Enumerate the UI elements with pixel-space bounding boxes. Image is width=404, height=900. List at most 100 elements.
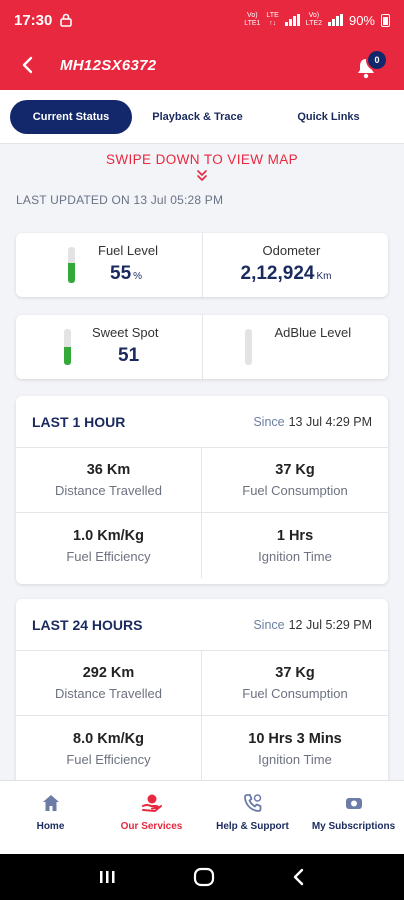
adblue-label: AdBlue Level [274, 325, 352, 340]
last-24-header: LAST 24 HOURS Since 12 Jul 5:29 PM [16, 599, 388, 651]
volte-1-icon: Vo) LTE1 [244, 12, 261, 27]
last-hour-since-label: Since [253, 414, 285, 429]
sweet-spot-value: 51 [118, 345, 140, 366]
sweet-spot-label: Sweet Spot [92, 325, 159, 340]
nav-help-support[interactable]: Help & Support [202, 781, 303, 854]
last-hour-since-value: 13 Jul 4:29 PM [288, 414, 372, 429]
odometer-value: 2,12,924 Km [241, 263, 332, 285]
notification-count-badge: 0 [366, 49, 388, 71]
nav-home-label: Home [36, 821, 65, 832]
last-24-since-value: 12 Jul 5:29 PM [288, 617, 372, 632]
sweet-spot-gauge-fill [64, 346, 71, 365]
last-hour-header: LAST 1 HOUR Since 13 Jul 4:29 PM [16, 396, 388, 448]
stat-value: 292 Km [82, 665, 135, 681]
back-button[interactable] [14, 52, 40, 78]
stat-label: Fuel Efficiency [66, 548, 151, 564]
last-24-since-label: Since [253, 617, 285, 632]
recent-apps-icon[interactable] [98, 869, 116, 885]
tab-playback-trace[interactable]: Playback & Trace [132, 100, 263, 134]
tab-quick-links[interactable]: Quick Links [263, 100, 394, 134]
last-24-hours-card: LAST 24 HOURS Since 12 Jul 5:29 PM 292 Km… [16, 599, 388, 780]
nav-our-services[interactable]: Our Services [101, 781, 202, 854]
nav-help-support-label: Help & Support [216, 821, 289, 832]
phone-icon [243, 794, 261, 812]
nav-home[interactable]: Home [0, 781, 101, 854]
swipe-hint: SWIPE DOWN TO VIEW MAP [105, 152, 299, 167]
last-24-fuel-consumption: 37 Kg Fuel Consumption [202, 651, 388, 716]
stat-label: Distance Travelled [55, 483, 162, 498]
last-24-fuel-efficiency: 8.0 Km/Kg Fuel Efficiency [16, 716, 202, 780]
lock-icon [60, 13, 73, 27]
stat-value: 10 Hrs 3 Mins [248, 730, 342, 747]
signal-2-icon [327, 14, 343, 26]
nav-our-services-label: Our Services [120, 821, 183, 832]
last-hour-fuel-consumption: 37 Kg Fuel Consumption [202, 448, 388, 513]
app-bar: MH12SX6372 0 [0, 40, 404, 90]
stat-label: Ignition Time [258, 548, 332, 564]
fuel-gauge [68, 247, 75, 283]
notifications-button[interactable]: 0 [350, 45, 390, 85]
last-hour-distance: 36 Km Distance Travelled [16, 448, 202, 513]
home-circle-icon[interactable] [193, 867, 215, 887]
fuel-level-value: 55% [110, 263, 142, 285]
stat-label: Distance Travelled [55, 686, 162, 701]
stat-value: 8.0 Km/Kg [73, 730, 144, 747]
bottom-nav: Home Our Services Help & Support My Subs… [0, 780, 404, 854]
home-icon [42, 795, 59, 811]
odometer-cell: Odometer 2,12,924 Km [201, 233, 389, 297]
lte-icon: LTE ↑↓ [266, 12, 279, 27]
odometer-unit: Km [316, 271, 332, 282]
last-24-title: LAST 24 HOURS [32, 616, 143, 633]
adblue-cell: AdBlue Level [201, 315, 389, 379]
last-24-stats: 292 Km Distance Travelled 37 Kg Fuel Consu… [16, 651, 388, 780]
nav-my-subscriptions[interactable]: My Subscriptions [303, 781, 404, 854]
system-back-icon[interactable] [292, 868, 306, 886]
last-hour-since: Since 13 Jul 4:29 PM [253, 415, 372, 429]
stat-value: 1 Hrs [276, 527, 314, 544]
odometer-label: Odometer [262, 243, 321, 258]
stat-value: 37 Kg [275, 665, 315, 681]
last-updated-text: LAST UPDATED ON 13 Jul 05:28 PM [16, 193, 224, 207]
tab-bar: Current Status Playback & Trace Quick Li… [0, 90, 404, 144]
status-content[interactable]: SWIPE DOWN TO VIEW MAP LAST UPDATED ON 1… [0, 144, 404, 780]
double-chevron-down-icon [197, 170, 207, 181]
services-icon [141, 794, 162, 812]
last-24-ignition: 10 Hrs 3 Mins Ignition Time [202, 716, 388, 780]
volte-2-icon: Vo) LTE2 [305, 12, 322, 27]
stat-label: Ignition Time [258, 751, 332, 767]
stat-label: Fuel Consumption [242, 686, 348, 701]
battery-percent: 90% [348, 12, 375, 28]
stat-label: Fuel Efficiency [66, 751, 151, 767]
sweet-spot-gauge [64, 329, 71, 365]
signal-1-icon [284, 14, 300, 26]
subscription-icon [345, 798, 362, 809]
fuel-level-cell: Fuel Level 55% [16, 233, 202, 297]
sweet-spot-cell: Sweet Spot 51 [16, 315, 202, 379]
fuel-gauge-fill [68, 263, 75, 283]
last-hour-fuel-efficiency: 1.0 Km/Kg Fuel Efficiency [16, 513, 202, 578]
last-hour-ignition: 1 Hrs Ignition Time [202, 513, 388, 578]
fuel-level-unit: % [133, 271, 143, 282]
nav-my-subscriptions-label: My Subscriptions [311, 821, 396, 832]
status-bar: 17:30 Vo) LTE1 LTE ↑↓ Vo) LTE2 90% [0, 0, 404, 40]
sweetspot-adblue-card: Sweet Spot 51 AdBlue Level [16, 315, 388, 379]
stat-value: 36 Km [86, 462, 131, 478]
stat-value: 37 Kg [275, 462, 315, 478]
tab-current-status[interactable]: Current Status [10, 99, 132, 134]
odometer-number: 2,12,924 [240, 263, 315, 284]
battery-icon [381, 13, 390, 27]
last-hour-card: LAST 1 HOUR Since 13 Jul 4:29 PM 36 Km Dis… [16, 396, 388, 584]
fuel-odometer-card: Fuel Level 55% Odometer 2,12,924 Km [16, 233, 388, 297]
system-nav-bar [0, 854, 404, 900]
last-24-since: Since 12 Jul 5:29 PM [253, 618, 372, 632]
stat-label: Fuel Consumption [242, 483, 348, 498]
fuel-level-number: 55 [110, 263, 132, 284]
fuel-level-label: Fuel Level [98, 243, 158, 258]
vehicle-number-title: MH12SX6372 [60, 56, 157, 74]
last-hour-title: LAST 1 HOUR [32, 413, 126, 430]
status-time: 17:30 [14, 11, 53, 29]
stat-value: 1.0 Km/Kg [73, 527, 144, 544]
last-24-distance: 292 Km Distance Travelled [16, 651, 202, 716]
back-arrow-icon [22, 56, 33, 74]
adblue-gauge [244, 329, 252, 365]
